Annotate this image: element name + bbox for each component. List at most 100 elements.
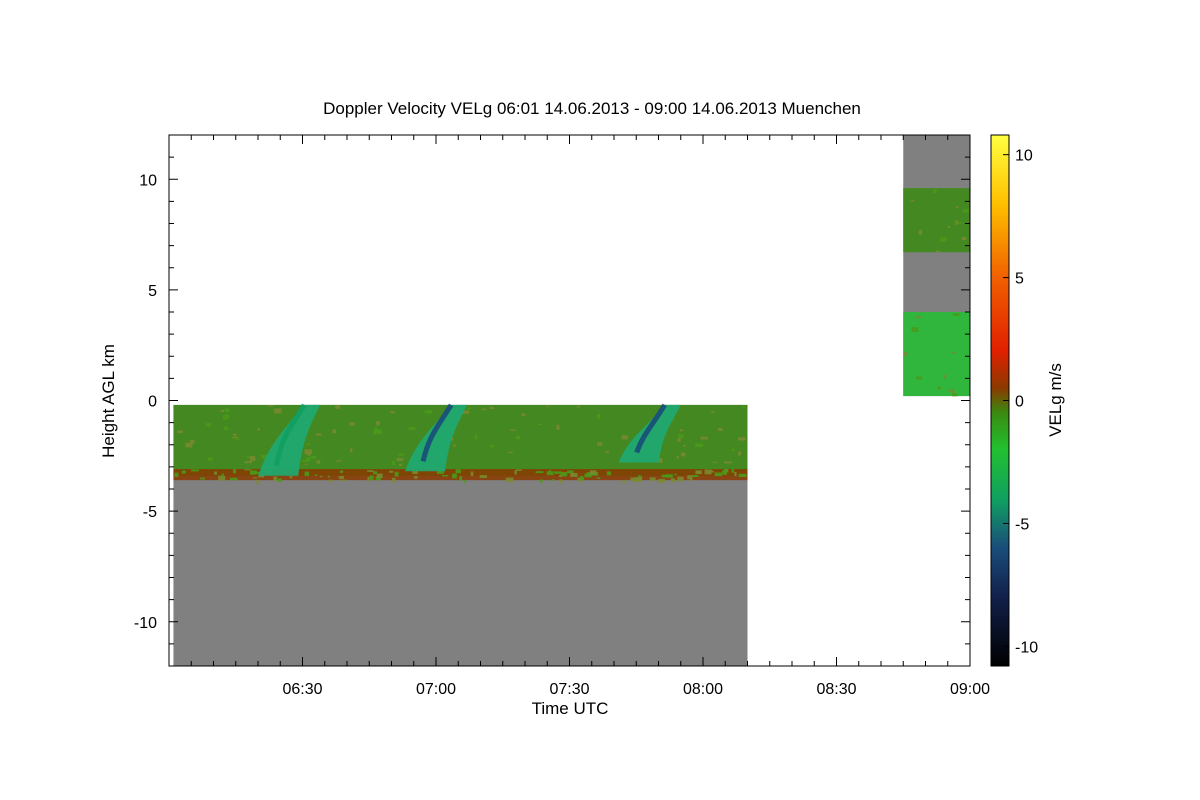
echo-texture (338, 475, 344, 479)
echo-texture (369, 475, 374, 480)
echo-texture (481, 408, 487, 411)
echo-texture (679, 429, 684, 432)
colorbar-tick-label: -10 (1015, 639, 1038, 656)
colorbar-label: VELg m/s (1046, 363, 1065, 437)
echo-texture (951, 389, 955, 394)
echo-texture (191, 469, 199, 472)
echo-texture (731, 469, 735, 473)
echo-texture (670, 478, 676, 483)
echo-texture (956, 206, 959, 209)
echo-texture (665, 474, 673, 478)
echo-texture (350, 448, 353, 453)
echo-texture (232, 437, 239, 439)
chart-title: Doppler Velocity VELg 06:01 14.06.2013 -… (323, 99, 861, 118)
echo-texture (367, 476, 370, 482)
x-axis-label: Time UTC (532, 699, 609, 718)
echo-texture (233, 433, 237, 437)
echo-texture (459, 476, 463, 481)
x-tick-label: 06:30 (282, 681, 322, 698)
echo-texture (683, 445, 686, 447)
echo-texture (507, 451, 513, 454)
echo-texture (319, 475, 323, 478)
echo-texture (556, 424, 560, 430)
echo-texture (373, 429, 382, 434)
colorbar-tick-label: 5 (1015, 271, 1024, 288)
echo-texture (549, 469, 552, 474)
y-tick-label: 5 (148, 283, 157, 300)
echo-texture (392, 460, 396, 466)
echo-texture (738, 437, 746, 441)
echo-texture (397, 453, 405, 456)
echo-texture (199, 477, 205, 480)
echo-texture (943, 374, 947, 379)
echo-texture (540, 479, 543, 483)
echo-texture (249, 456, 256, 462)
echo-texture (936, 250, 940, 252)
echo-texture (339, 470, 343, 474)
echo-texture (570, 472, 578, 477)
echo-layer (903, 312, 970, 397)
echo-texture (711, 411, 716, 413)
echo-texture (658, 478, 666, 483)
echo-texture (277, 478, 282, 483)
echo-texture (327, 475, 330, 478)
echo-texture (724, 461, 732, 464)
echo-texture (253, 477, 258, 479)
echo-texture (714, 472, 722, 477)
echo-texture (535, 471, 544, 474)
echo-texture (177, 430, 183, 434)
echo-texture (514, 470, 517, 475)
echo-texture (521, 413, 526, 417)
echo-texture (937, 386, 941, 390)
echo-texture (235, 438, 241, 440)
echo-texture (304, 471, 310, 477)
echo-texture (223, 426, 229, 431)
echo-texture (273, 408, 282, 414)
echo-texture (546, 405, 549, 408)
echo-texture (634, 477, 643, 483)
echo-texture (489, 406, 494, 410)
echo-texture (914, 316, 923, 318)
echo-texture (694, 443, 703, 448)
echo-texture (205, 423, 211, 427)
echo-texture (244, 461, 253, 464)
echo-texture (304, 449, 312, 455)
x-tick-label: 07:30 (549, 681, 589, 698)
echo-texture (256, 479, 259, 485)
echo-texture (391, 477, 396, 483)
echo-texture (373, 471, 378, 475)
colorbar-tick-label: 0 (1015, 394, 1024, 411)
echo-texture (453, 444, 456, 447)
echo-texture (390, 411, 396, 414)
echo-texture (537, 423, 542, 426)
echo-texture (398, 463, 402, 467)
echo-texture (479, 475, 488, 479)
echo-texture (474, 434, 478, 440)
echo-texture (606, 471, 611, 476)
echo-texture (700, 436, 708, 440)
echo-texture (328, 479, 334, 482)
echo-texture (576, 405, 581, 408)
echo-texture (273, 476, 278, 481)
echo-texture (910, 200, 915, 202)
echo-texture (918, 229, 923, 235)
echo-texture (207, 457, 213, 461)
echo-texture (596, 477, 601, 479)
echo-texture (951, 351, 957, 354)
echo-texture (174, 472, 179, 477)
echo-texture (933, 188, 937, 194)
y-tick-label: -10 (134, 615, 157, 632)
x-tick-label: 07:00 (416, 681, 456, 698)
echo-texture (722, 470, 728, 475)
echo-texture (189, 440, 195, 444)
echo-texture (367, 470, 374, 472)
echo-texture (597, 414, 601, 419)
echo-texture (903, 352, 908, 356)
echo-texture (961, 237, 967, 241)
echo-texture (649, 477, 656, 481)
echo-texture (738, 451, 741, 456)
y-tick-label: 0 (148, 394, 157, 411)
echo-texture (678, 434, 684, 439)
plot-data (173, 135, 970, 666)
x-tick-label: 09:00 (950, 681, 990, 698)
